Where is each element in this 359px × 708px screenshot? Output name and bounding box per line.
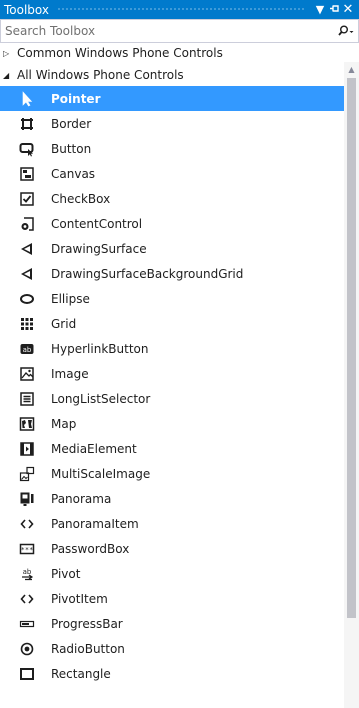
item-label: MediaElement (51, 441, 137, 456)
item-label: Image (51, 366, 89, 381)
close-icon[interactable]: ✕ (341, 2, 355, 17)
drawingsurface-icon (18, 265, 36, 283)
item-label: PanoramaItem (51, 516, 139, 531)
longlistselector-icon (18, 390, 36, 408)
toolbox-item-hyperlinkbutton[interactable]: ab HyperlinkButton (0, 336, 344, 361)
item-label: Pivot (51, 566, 81, 581)
item-label: Button (51, 141, 92, 156)
toolbox-item-progressbar[interactable]: ProgressBar (0, 611, 344, 636)
passwordbox-icon: *** (18, 540, 36, 558)
toolbox-titlebar: Toolbox ▼ ✕ (0, 0, 359, 19)
svg-text:***: *** (21, 546, 34, 554)
item-label: Border (51, 116, 92, 131)
scroll-up-icon[interactable]: ▲ (344, 62, 359, 76)
toolbox-item-rectangle[interactable]: Rectangle (0, 661, 344, 686)
toolbox-item-canvas[interactable]: Canvas (0, 161, 344, 186)
map-icon (18, 415, 36, 433)
item-label: Map (51, 416, 77, 431)
toolbox-item-passwordbox[interactable]: *** PasswordBox (0, 536, 344, 561)
panoramaitem-icon (18, 515, 36, 533)
item-label: Grid (51, 316, 77, 331)
pivot-icon: ab (18, 565, 36, 583)
toolbox-item-checkbox[interactable]: CheckBox (0, 186, 344, 211)
toolbox-item-map[interactable]: Map (0, 411, 344, 436)
image-icon (18, 365, 36, 383)
toolbox-item-multiscaleimage[interactable]: MultiScaleImage (0, 461, 344, 486)
toolbox-item-drawingsurface[interactable]: DrawingSurface (0, 236, 344, 261)
hyperlinkbutton-icon: ab (18, 340, 36, 358)
button-icon (18, 140, 36, 158)
radiobutton-icon (18, 640, 36, 658)
item-label: HyperlinkButton (51, 341, 149, 356)
toolbox-item-mediaelement[interactable]: MediaElement (0, 436, 344, 461)
canvas-icon (18, 165, 36, 183)
item-label: LongListSelector (51, 391, 151, 406)
checkbox-icon (18, 190, 36, 208)
expand-arrow-icon[interactable]: ▷ (3, 49, 17, 58)
scrollbar-thumb[interactable] (347, 78, 356, 618)
item-label: Canvas (51, 166, 96, 181)
item-label: DrawingSurfaceBackgroundGrid (51, 266, 244, 281)
item-label: ProgressBar (51, 616, 123, 631)
pin-icon[interactable] (327, 3, 341, 17)
toolbox-item-ellipse[interactable]: Ellipse (0, 286, 344, 311)
item-label: PivotItem (51, 591, 108, 606)
toolbox-item-border[interactable]: Border (0, 111, 344, 136)
item-label: RadioButton (51, 641, 125, 656)
border-icon (18, 115, 36, 133)
contentcontrol-icon (18, 215, 36, 233)
item-label: ContentControl (51, 216, 143, 231)
toolbox-item-drawingsurfacebackgroundgrid[interactable]: DrawingSurfaceBackgroundGrid (0, 261, 344, 286)
toolbox-item-button[interactable]: Button (0, 136, 344, 161)
panorama-icon (18, 490, 36, 508)
toolbox-item-longlistselector[interactable]: LongListSelector (0, 386, 344, 411)
item-label: Pointer (51, 91, 101, 106)
ellipse-icon (18, 290, 36, 308)
toolbox-item-grid[interactable]: Grid (0, 311, 344, 336)
item-label: DrawingSurface (51, 241, 147, 256)
progressbar-icon (18, 615, 36, 633)
multiscaleimage-icon (18, 465, 36, 483)
pivotitem-icon (18, 590, 36, 608)
toolbox-item-contentcontrol[interactable]: ContentControl (0, 211, 344, 236)
group-all-controls[interactable]: ◢ All Windows Phone Controls (0, 64, 344, 86)
rectangle-icon (18, 665, 36, 683)
titlebar-grip[interactable] (57, 7, 305, 12)
collapse-arrow-icon[interactable]: ◢ (3, 71, 17, 80)
toolbox-tree: ▷ Common Windows Phone Controls ◢ All Wi… (0, 42, 344, 708)
window-title: Toolbox (4, 2, 49, 17)
search-input[interactable] (1, 22, 334, 40)
svg-text:ab: ab (23, 568, 32, 576)
item-label: Rectangle (51, 666, 111, 681)
toolbox-item-panoramaitem[interactable]: PanoramaItem (0, 511, 344, 536)
toolbox-item-panorama[interactable]: Panorama (0, 486, 344, 511)
chevron-down-icon[interactable]: ▼ (313, 3, 327, 16)
group-label: Common Windows Phone Controls (17, 46, 223, 60)
toolbox-item-radiobutton[interactable]: RadioButton (0, 636, 344, 661)
item-label: MultiScaleImage (51, 466, 151, 481)
item-label: PasswordBox (51, 541, 130, 556)
search-icon[interactable] (334, 21, 358, 41)
toolbox-item-pointer[interactable]: Pointer (0, 86, 344, 111)
search-bar (0, 19, 359, 43)
item-label: Ellipse (51, 291, 90, 306)
grid-icon (18, 315, 36, 333)
svg-text:ab: ab (23, 346, 32, 354)
toolbox-item-image[interactable]: Image (0, 361, 344, 386)
toolbox-item-pivot[interactable]: ab Pivot (0, 561, 344, 586)
item-label: Panorama (51, 491, 112, 506)
group-label: All Windows Phone Controls (17, 68, 184, 82)
item-label: CheckBox (51, 191, 111, 206)
group-common-controls[interactable]: ▷ Common Windows Phone Controls (0, 42, 344, 64)
toolbox-item-pivotitem[interactable]: PivotItem (0, 586, 344, 611)
pointer-icon (18, 90, 36, 108)
drawingsurface-icon (18, 240, 36, 258)
mediaelement-icon (18, 440, 36, 458)
